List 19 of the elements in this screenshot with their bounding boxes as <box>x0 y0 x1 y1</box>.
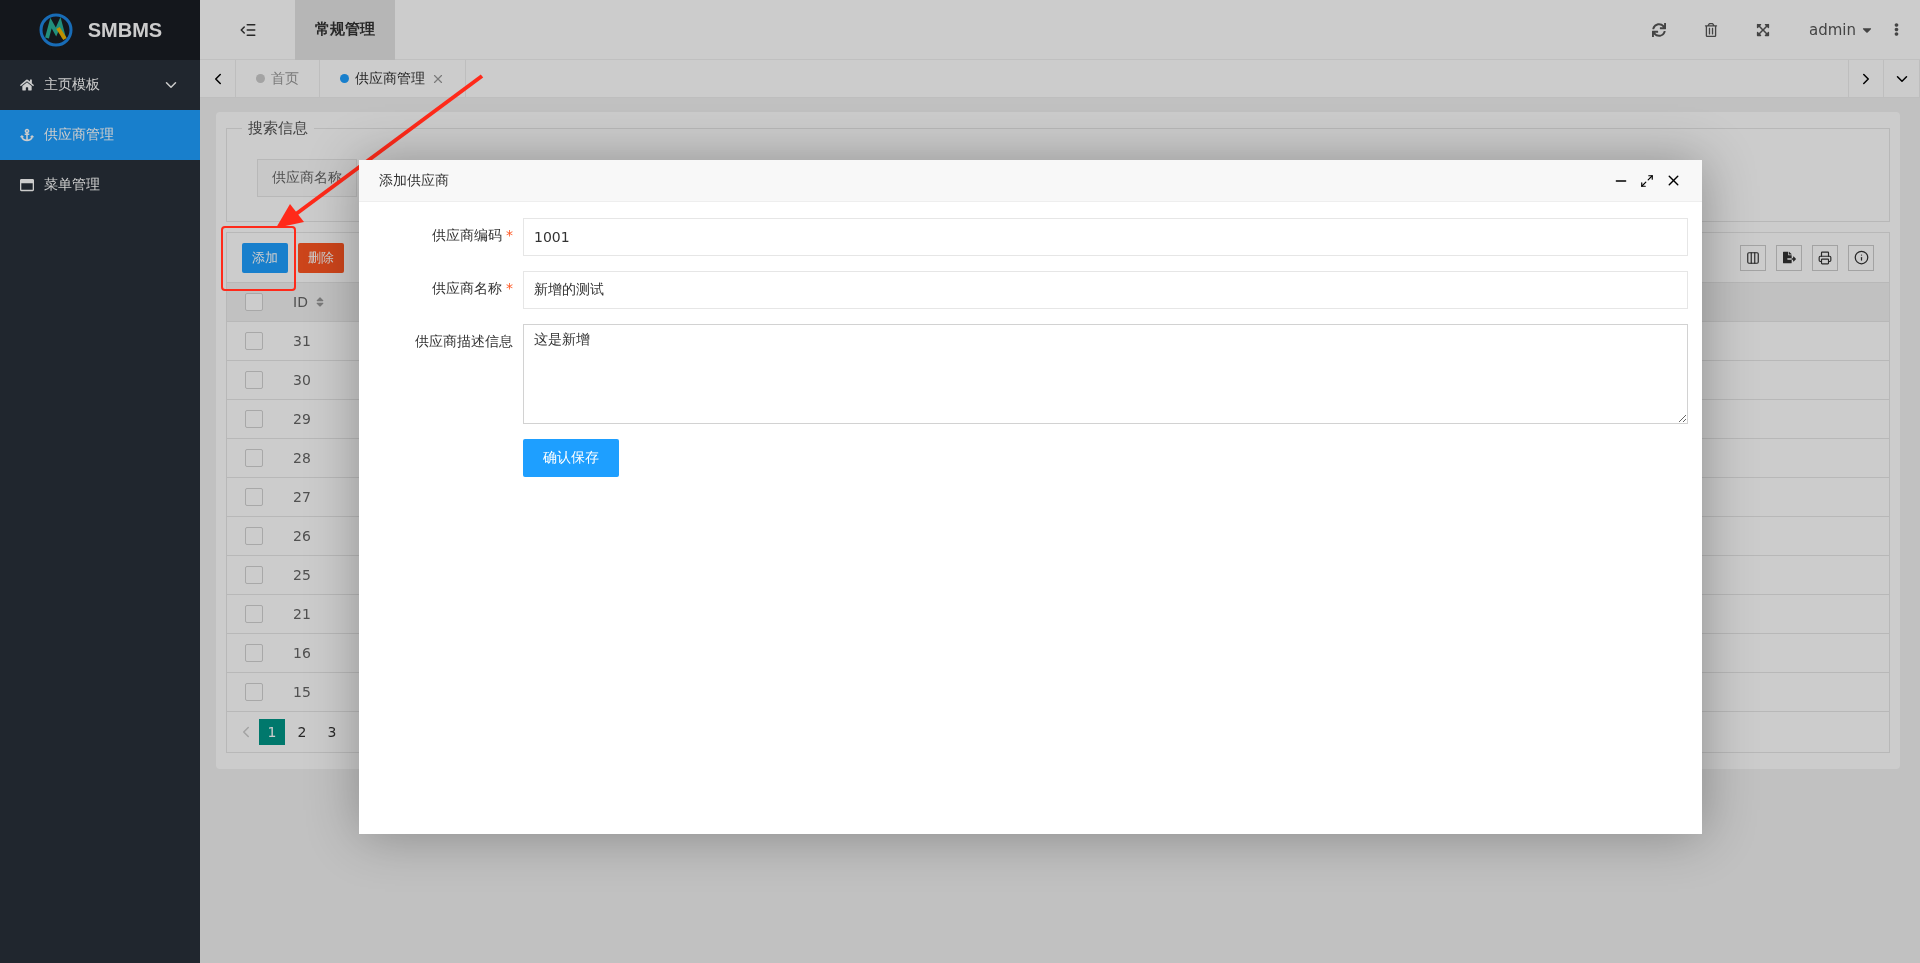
table-cell-text: 31 <box>292 333 312 349</box>
form-label: 供应商编码 <box>432 227 502 243</box>
table-cell-text: 28 <box>292 450 312 466</box>
form-label: 供应商描述信息 <box>415 333 513 349</box>
fieldset-legend: 搜索信息 <box>242 119 314 138</box>
table-cell-text: 29 <box>292 411 312 427</box>
table-cell-text: 16 <box>292 645 312 661</box>
table-cell-text: 30 <box>292 372 312 388</box>
column-header: ID <box>293 294 308 310</box>
table-cell-text: 26 <box>292 528 312 544</box>
logo-text: SMBMS <box>87 18 163 42</box>
table-cell-text: 25 <box>292 567 312 583</box>
required-mark: * <box>506 227 513 243</box>
table-cell-text: 27 <box>292 489 312 505</box>
form-label: 供应商名称 <box>432 280 502 296</box>
dialog-title: 添加供应商 <box>379 171 449 190</box>
table-cell-text: 15 <box>292 684 312 700</box>
required-mark: * <box>506 280 513 296</box>
table-cell-text: 21 <box>292 606 312 622</box>
